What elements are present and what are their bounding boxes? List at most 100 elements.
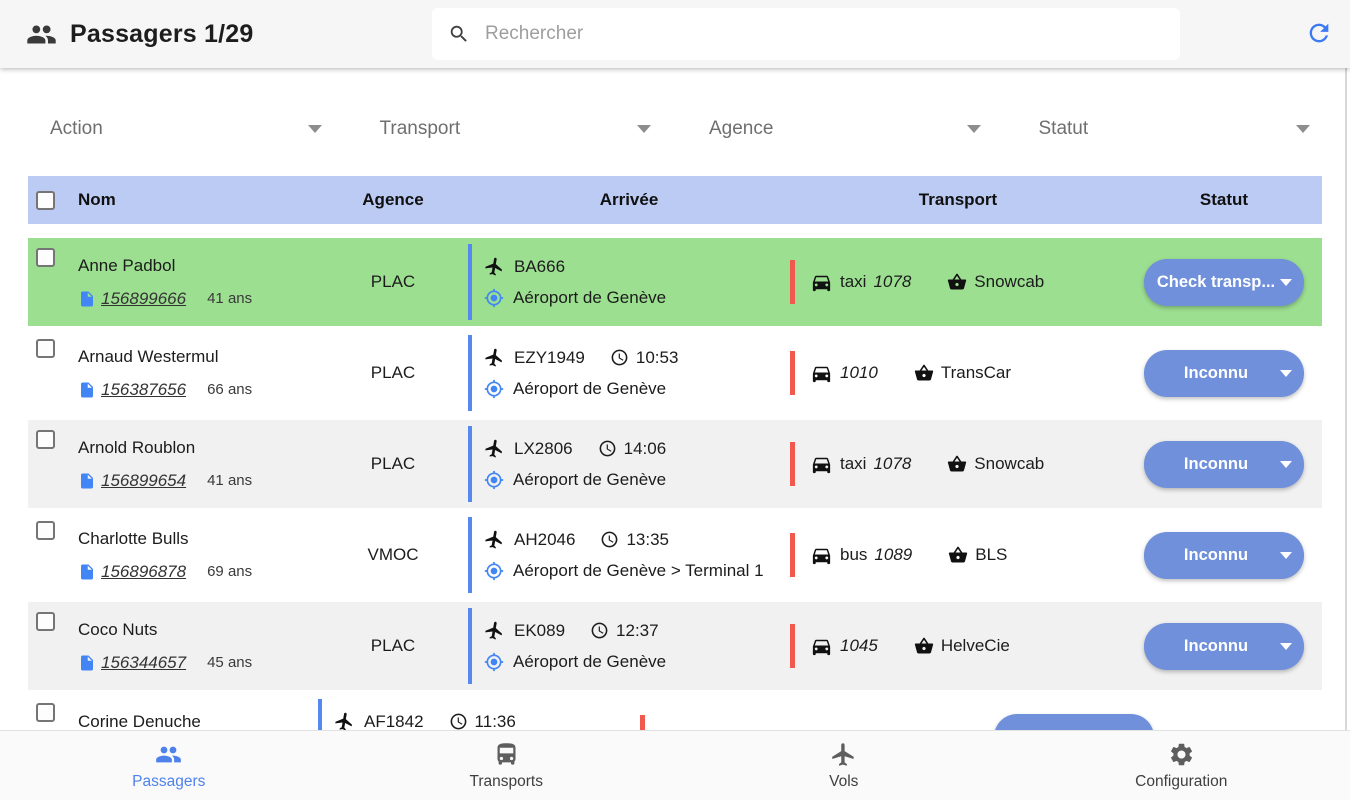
- filter-transport[interactable]: Transport: [380, 114, 652, 144]
- status-dropdown-button[interactable]: Inconnu: [1144, 441, 1304, 488]
- passenger-id-link[interactable]: 156344657: [101, 653, 186, 673]
- arrival-cell: LX2806 14:06 Aéroport de Genève: [468, 420, 790, 508]
- search-box[interactable]: [432, 8, 1180, 60]
- transport-mode: bus: [840, 545, 867, 565]
- car-icon: [810, 544, 833, 567]
- filter-statut[interactable]: Statut: [1039, 114, 1311, 144]
- passenger-age: 45 ans: [207, 654, 252, 671]
- arrival-place: Aéroport de Genève: [513, 379, 666, 399]
- nav-configuration[interactable]: Configuration: [1013, 731, 1350, 800]
- column-agence: Agence: [318, 190, 468, 210]
- bottom-nav: Passagers Transports Vols Configuration: [0, 730, 1350, 800]
- passenger-id-link[interactable]: 156899654: [101, 471, 186, 491]
- transport-number: 1010: [840, 363, 878, 383]
- nav-configuration-label: Configuration: [1135, 773, 1227, 791]
- passenger-age: 66 ans: [207, 381, 252, 398]
- car-icon: [810, 453, 833, 476]
- transport-mode: taxi: [840, 454, 866, 474]
- flight-icon: [482, 527, 506, 551]
- arrival-place: Aéroport de Genève: [513, 470, 666, 490]
- basket-icon: [914, 636, 934, 656]
- nav-passagers-label: Passagers: [132, 773, 205, 791]
- passenger-row[interactable]: Corine Denuche AF1842 11:36: [28, 693, 1322, 730]
- passenger-id-link[interactable]: 156896878: [101, 562, 186, 582]
- arrival-cell: AH2046 13:35 Aéroport de Genève > Termin…: [468, 511, 790, 599]
- flight-icon: [830, 741, 857, 768]
- flight-icon: [482, 345, 506, 369]
- flight-number: BA666: [514, 257, 565, 277]
- transport-mode: taxi: [840, 272, 866, 292]
- column-statut: Statut: [1126, 190, 1322, 210]
- filter-action[interactable]: Action: [50, 114, 322, 144]
- passenger-row[interactable]: Coco Nuts 156344657 45 ans PLAC EK089 12…: [28, 602, 1322, 690]
- passenger-name: Charlotte Bulls: [78, 529, 318, 549]
- passenger-name: Coco Nuts: [78, 620, 318, 640]
- filter-action-label: Action: [50, 118, 103, 140]
- gear-icon: [1168, 741, 1195, 768]
- top-bar: Passagers 1/29: [0, 0, 1350, 68]
- column-nom: Nom: [78, 190, 318, 210]
- company-name: BLS: [975, 545, 1007, 565]
- document-icon: [78, 563, 96, 581]
- transport-number: 1078: [873, 272, 911, 292]
- nav-transports[interactable]: Transports: [338, 731, 676, 800]
- chevron-down-icon: [1296, 125, 1310, 133]
- flight-icon: [482, 618, 506, 642]
- transport-cell: 1010 TransCar: [790, 329, 1126, 417]
- basket-icon: [914, 363, 934, 383]
- row-checkbox[interactable]: [36, 430, 55, 449]
- car-icon: [810, 271, 833, 294]
- passenger-row[interactable]: Arnold Roublon 156899654 41 ans PLAC LX2…: [28, 420, 1322, 508]
- search-input[interactable]: [485, 23, 1164, 45]
- arrival-time: 11:36: [475, 712, 516, 731]
- chevron-down-icon: [1280, 370, 1292, 377]
- basket-icon: [947, 454, 967, 474]
- status-dropdown-button[interactable]: Inconnu: [1144, 532, 1304, 579]
- clock-icon: [449, 712, 468, 730]
- chevron-down-icon: [1280, 279, 1292, 286]
- passenger-id-link[interactable]: 156387656: [101, 380, 186, 400]
- arrival-cell: EK089 12:37 Aéroport de Genève: [468, 602, 790, 690]
- passenger-id-link[interactable]: 156899666: [101, 289, 186, 309]
- location-icon: [484, 288, 504, 308]
- people-icon: [155, 741, 182, 768]
- location-icon: [484, 561, 504, 581]
- nav-vols[interactable]: Vols: [675, 731, 1013, 800]
- location-icon: [484, 379, 504, 399]
- arrival-cell: EZY1949 10:53 Aéroport de Genève: [468, 329, 790, 417]
- status-dropdown-button[interactable]: [994, 714, 1154, 731]
- flight-number: AH2046: [514, 530, 575, 550]
- passenger-row[interactable]: Charlotte Bulls 156896878 69 ans VMOC AH…: [28, 511, 1322, 599]
- table-header: Nom Agence Arrivée Transport Statut: [28, 176, 1322, 224]
- chevron-down-icon: [967, 125, 981, 133]
- select-all-checkbox[interactable]: [36, 191, 55, 210]
- nav-passagers[interactable]: Passagers: [0, 731, 338, 800]
- passenger-name: Anne Padbol: [78, 256, 318, 276]
- row-checkbox[interactable]: [36, 339, 55, 358]
- chevron-down-icon: [637, 125, 651, 133]
- basket-icon: [948, 545, 968, 565]
- row-checkbox[interactable]: [36, 703, 55, 722]
- passenger-row[interactable]: Arnaud Westermul 156387656 66 ans PLAC E…: [28, 329, 1322, 417]
- row-checkbox[interactable]: [36, 612, 55, 631]
- scrollbar[interactable]: [1345, 68, 1347, 732]
- passenger-list[interactable]: Anne Padbol 156899666 41 ans PLAC BA666 …: [28, 238, 1322, 730]
- passenger-age: 41 ans: [207, 472, 252, 489]
- passenger-row[interactable]: Anne Padbol 156899666 41 ans PLAC BA666 …: [28, 238, 1322, 326]
- agency-code: VMOC: [318, 511, 468, 599]
- status-label: Check transp...: [1156, 273, 1276, 292]
- transport-number: 1089: [874, 545, 912, 565]
- status-label: Inconnu: [1156, 637, 1276, 656]
- filter-agence[interactable]: Agence: [709, 114, 981, 144]
- transport-cell: [640, 693, 976, 730]
- arrival-cell: BA666 Aéroport de Genève: [468, 238, 790, 326]
- transport-number: 1045: [840, 636, 878, 656]
- status-dropdown-button[interactable]: Check transp...: [1144, 259, 1304, 306]
- basket-icon: [947, 272, 967, 292]
- row-checkbox[interactable]: [36, 248, 55, 267]
- arrival-cell: AF1842 11:36: [318, 693, 640, 730]
- status-dropdown-button[interactable]: Inconnu: [1144, 623, 1304, 670]
- row-checkbox[interactable]: [36, 521, 55, 540]
- status-dropdown-button[interactable]: Inconnu: [1144, 350, 1304, 397]
- refresh-button[interactable]: [1304, 19, 1334, 49]
